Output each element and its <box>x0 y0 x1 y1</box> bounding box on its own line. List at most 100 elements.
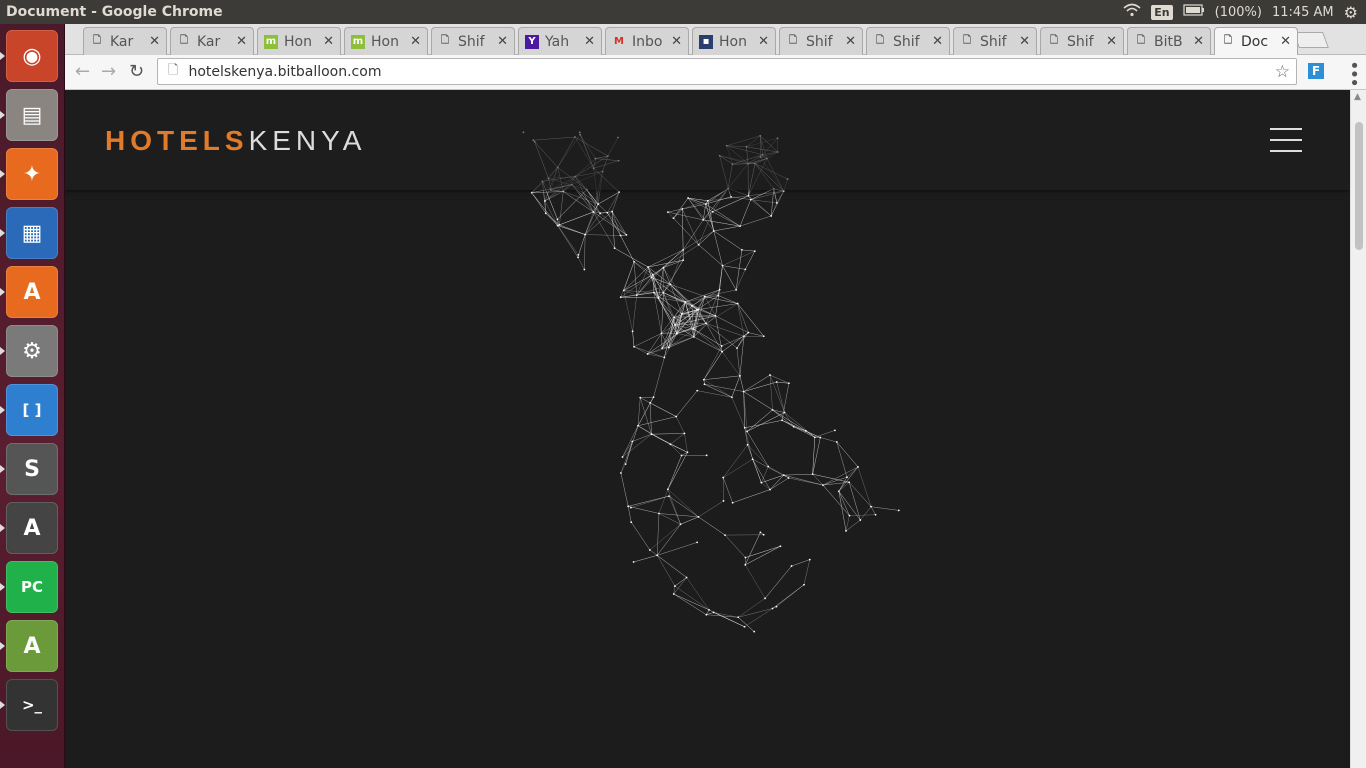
tab-title: Hon <box>371 33 399 50</box>
url-text[interactable]: hotelskenya.bitballoon.com <box>188 64 381 80</box>
browser-tab[interactable]: m Hon ✕ <box>257 27 341 55</box>
tab-close-icon[interactable]: ✕ <box>1193 34 1204 49</box>
new-tab-button[interactable] <box>1293 32 1329 48</box>
reload-icon[interactable]: ↻ <box>129 61 144 82</box>
launcher-files-icon[interactable]: ▤ <box>6 89 58 141</box>
tab-favicon-icon: 🗋 <box>875 35 885 46</box>
tab-title: Hon <box>719 33 747 50</box>
tab-close-icon[interactable]: ✕ <box>932 34 943 49</box>
scroll-up-arrow-icon[interactable]: ▲ <box>1354 92 1361 102</box>
tab-title: Shif <box>980 33 1007 50</box>
launcher-brackets-icon[interactable]: [ ] <box>6 384 58 436</box>
logo-secondary: KENYA <box>248 125 367 156</box>
chrome-menu-icon[interactable]: ••• <box>1343 60 1364 86</box>
browser-tab[interactable]: 🗋 Kar ✕ <box>83 27 167 55</box>
tab-title: Doc <box>1241 33 1269 50</box>
scrollbar-thumb[interactable] <box>1355 122 1363 250</box>
tab-favicon-icon: 🗋 <box>1223 35 1233 46</box>
running-indicator <box>0 288 5 296</box>
tab-close-icon[interactable]: ✕ <box>584 34 595 49</box>
tab-favicon-icon: ▪ <box>699 34 713 49</box>
tab-title: Shif <box>458 33 485 50</box>
browser-tab[interactable]: 🗋 BitB ✕ <box>1127 27 1211 55</box>
browser-tab[interactable]: M Inbo ✕ <box>605 27 689 55</box>
browser-tab[interactable]: 🗋 Shif ✕ <box>1040 27 1124 55</box>
launcher-ubuntu-dash-icon[interactable]: ◉ <box>6 30 58 82</box>
tab-close-icon[interactable]: ✕ <box>758 34 769 49</box>
deer-mesh <box>522 131 900 633</box>
browser-tab[interactable]: 🗋 Shif ✕ <box>866 27 950 55</box>
tab-favicon-icon: m <box>264 34 278 49</box>
extension-icon[interactable]: F <box>1308 63 1324 79</box>
wifi-icon[interactable] <box>1123 3 1141 21</box>
launcher-android-studio-icon[interactable]: A <box>6 620 58 672</box>
keyboard-language-indicator[interactable]: En <box>1151 4 1173 20</box>
tab-favicon-icon: 🗋 <box>440 35 450 46</box>
browser-tab[interactable]: 🗋 Doc ✕ <box>1214 27 1298 55</box>
running-indicator <box>0 52 5 60</box>
tab-title: Kar <box>110 33 134 50</box>
tab-title: Yah <box>545 33 570 50</box>
browser-tab[interactable]: 🗋 Kar ✕ <box>170 27 254 55</box>
tab-close-icon[interactable]: ✕ <box>1019 34 1030 49</box>
tab-title: BitB <box>1154 33 1183 50</box>
deer-wireframe-image <box>522 131 900 633</box>
running-indicator <box>0 170 5 178</box>
launcher-writer-icon[interactable]: ▦ <box>6 207 58 259</box>
launcher-software-center-icon[interactable]: A <box>6 266 58 318</box>
running-indicator <box>0 583 5 591</box>
tab-favicon-icon: 🗋 <box>1049 35 1059 46</box>
browser-tab[interactable]: 🗋 Shif ✕ <box>431 27 515 55</box>
tab-favicon-icon: 🗋 <box>962 35 972 46</box>
tab-close-icon[interactable]: ✕ <box>1280 34 1291 49</box>
browser-tab[interactable]: 🗋 Shif ✕ <box>779 27 863 55</box>
tab-close-icon[interactable]: ✕ <box>236 34 247 49</box>
tab-close-icon[interactable]: ✕ <box>323 34 334 49</box>
launcher-firefox-icon[interactable]: ✦ <box>6 148 58 200</box>
tab-close-icon[interactable]: ✕ <box>410 34 421 49</box>
browser-tab[interactable]: 🗋 Shif ✕ <box>953 27 1037 55</box>
bookmark-star-icon[interactable]: ☆ <box>1275 62 1290 82</box>
top-panel: Document - Google Chrome En (100%) 11:45… <box>0 0 1366 24</box>
launcher-system-settings-icon[interactable]: ⚙ <box>6 325 58 377</box>
running-indicator <box>0 111 5 119</box>
battery-percentage: (100%) <box>1214 4 1262 20</box>
clock[interactable]: 11:45 AM <box>1272 5 1334 20</box>
site-logo[interactable]: HOTELSKENYA <box>105 125 366 157</box>
page-info-icon[interactable]: 🗋 <box>168 61 178 83</box>
browser-tab[interactable]: Y Yah ✕ <box>518 27 602 55</box>
tab-title: Shif <box>1067 33 1094 50</box>
launcher-terminal-icon[interactable]: >_ <box>6 679 58 731</box>
tab-close-icon[interactable]: ✕ <box>497 34 508 49</box>
tab-title: Shif <box>806 33 833 50</box>
forward-arrow-icon[interactable]: → <box>101 61 116 82</box>
tab-favicon-icon: 🗋 <box>92 35 102 46</box>
battery-icon[interactable] <box>1183 4 1205 20</box>
running-indicator <box>0 229 5 237</box>
logo-primary: HOTELS <box>105 125 249 156</box>
back-arrow-icon[interactable]: ← <box>75 61 90 82</box>
launcher-software-updater-icon[interactable]: A <box>6 502 58 554</box>
running-indicator <box>0 406 5 414</box>
address-bar[interactable]: 🗋 hotelskenya.bitballoon.com ☆ <box>157 58 1297 85</box>
page-scrollbar[interactable]: ▲ <box>1350 90 1366 768</box>
tab-title: Kar <box>197 33 221 50</box>
tab-strip: 🗋 Kar ✕ 🗋 Kar ✕ m Hon ✕ m Hon ✕ 🗋 Shif ✕ Y Yah ✕ M Inbo ✕ ▪ Ho… <box>65 24 1366 55</box>
gear-icon[interactable]: ⚙ <box>1344 3 1358 22</box>
browser-tab[interactable]: ▪ Hon ✕ <box>692 27 776 55</box>
tab-title: Hon <box>284 33 312 50</box>
tab-close-icon[interactable]: ✕ <box>671 34 682 49</box>
tab-favicon-icon: 🗋 <box>179 35 189 46</box>
launcher-pycharm-icon[interactable]: PC <box>6 561 58 613</box>
launcher-sublime-text-icon[interactable]: S <box>6 443 58 495</box>
hamburger-menu-icon[interactable] <box>1270 128 1302 152</box>
launcher: ◉ ▤ ✦ ▦ A ⚙[ ] S A PC A >_ <box>0 24 65 768</box>
tab-close-icon[interactable]: ✕ <box>149 34 160 49</box>
tab-close-icon[interactable]: ✕ <box>845 34 856 49</box>
running-indicator <box>0 347 5 355</box>
tab-favicon-icon: m <box>351 34 365 49</box>
browser-tab[interactable]: m Hon ✕ <box>344 27 428 55</box>
tab-close-icon[interactable]: ✕ <box>1106 34 1117 49</box>
running-indicator <box>0 465 5 473</box>
tab-favicon-icon: 🗋 <box>788 35 798 46</box>
